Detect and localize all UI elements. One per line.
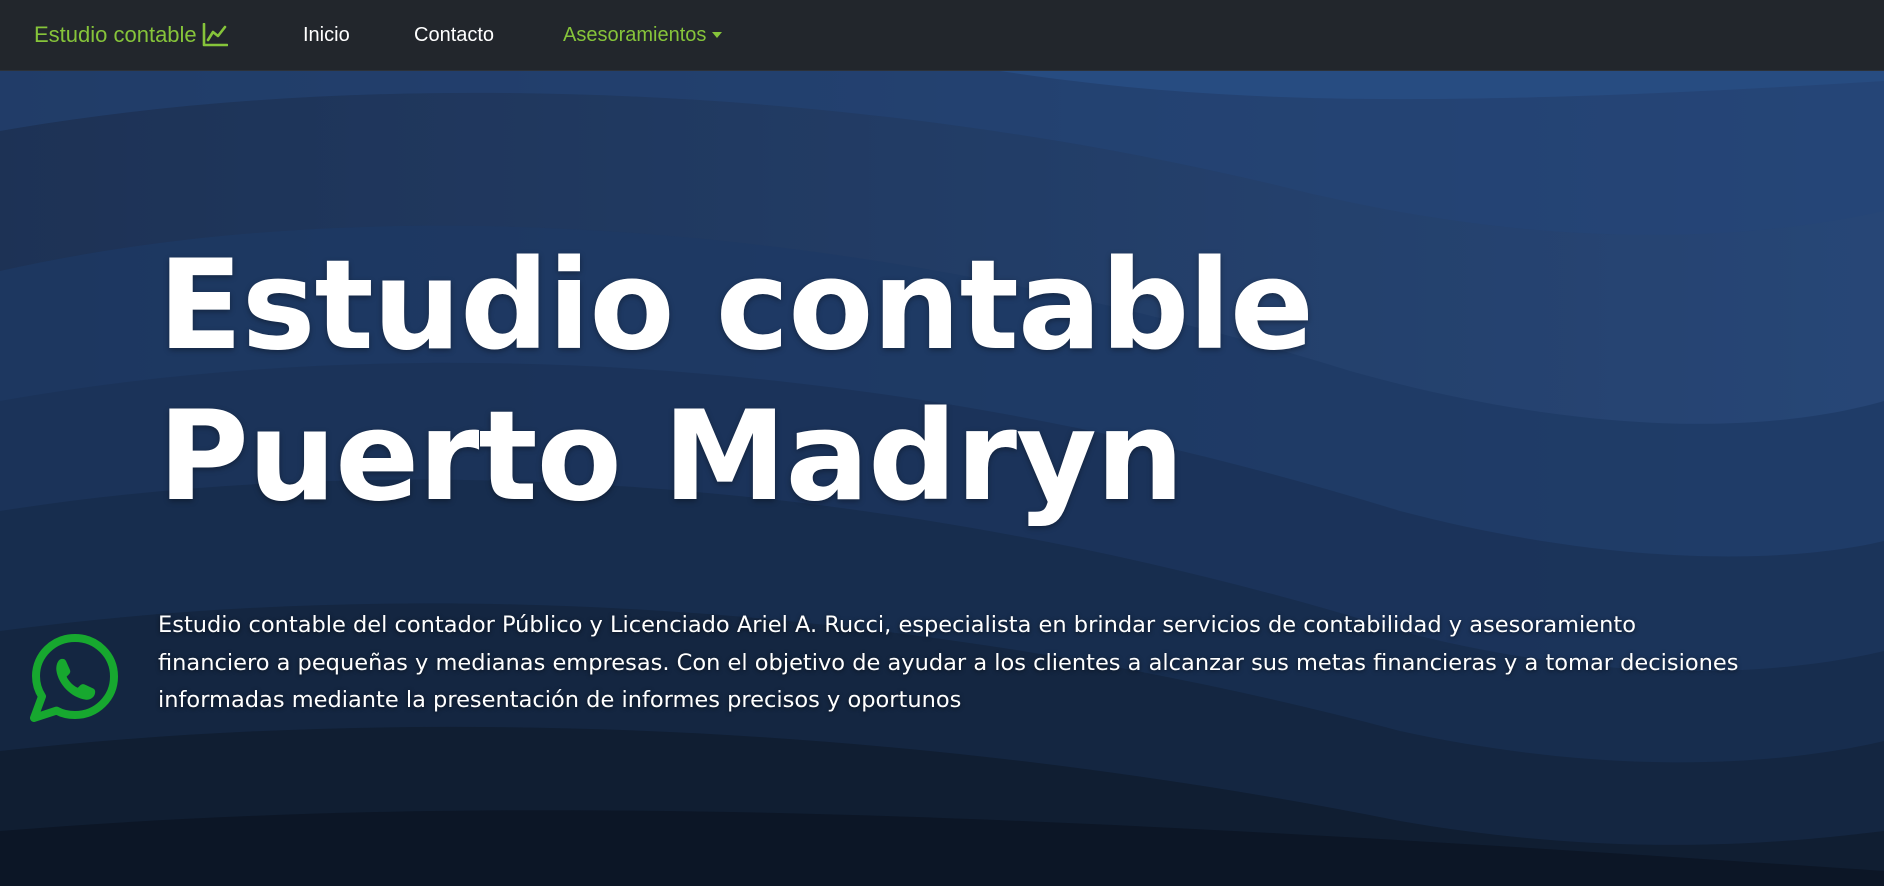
caret-down-icon — [712, 32, 723, 38]
page: Estudio contable Inicio Contacto Asesora… — [0, 0, 1884, 886]
nav-item-asesoramientos-label: Asesoramientos — [563, 23, 707, 46]
whatsapp-icon — [30, 634, 118, 722]
brand-link[interactable]: Estudio contable — [34, 18, 228, 52]
hero-section: Estudio contable Puerto Madryn Estudio c… — [0, 71, 1884, 886]
whatsapp-button[interactable] — [30, 632, 120, 722]
nav-item-inicio[interactable]: Inicio — [303, 18, 350, 52]
brand-label: Estudio contable — [34, 22, 197, 47]
line-chart-icon — [202, 22, 228, 47]
hero-title-line-1: Estudio contable — [158, 234, 1314, 378]
hero-title-line-2: Puerto Madryn — [158, 385, 1184, 529]
navbar: Estudio contable Inicio Contacto Asesora… — [0, 0, 1884, 71]
nav-item-asesoramientos-dropdown[interactable]: Asesoramientos — [563, 18, 723, 52]
nav-item-contacto[interactable]: Contacto — [414, 18, 494, 52]
hero-description: Estudio contable del contador Público y … — [158, 612, 1739, 713]
hero-title: Estudio contable Puerto Madryn — [158, 231, 1658, 533]
